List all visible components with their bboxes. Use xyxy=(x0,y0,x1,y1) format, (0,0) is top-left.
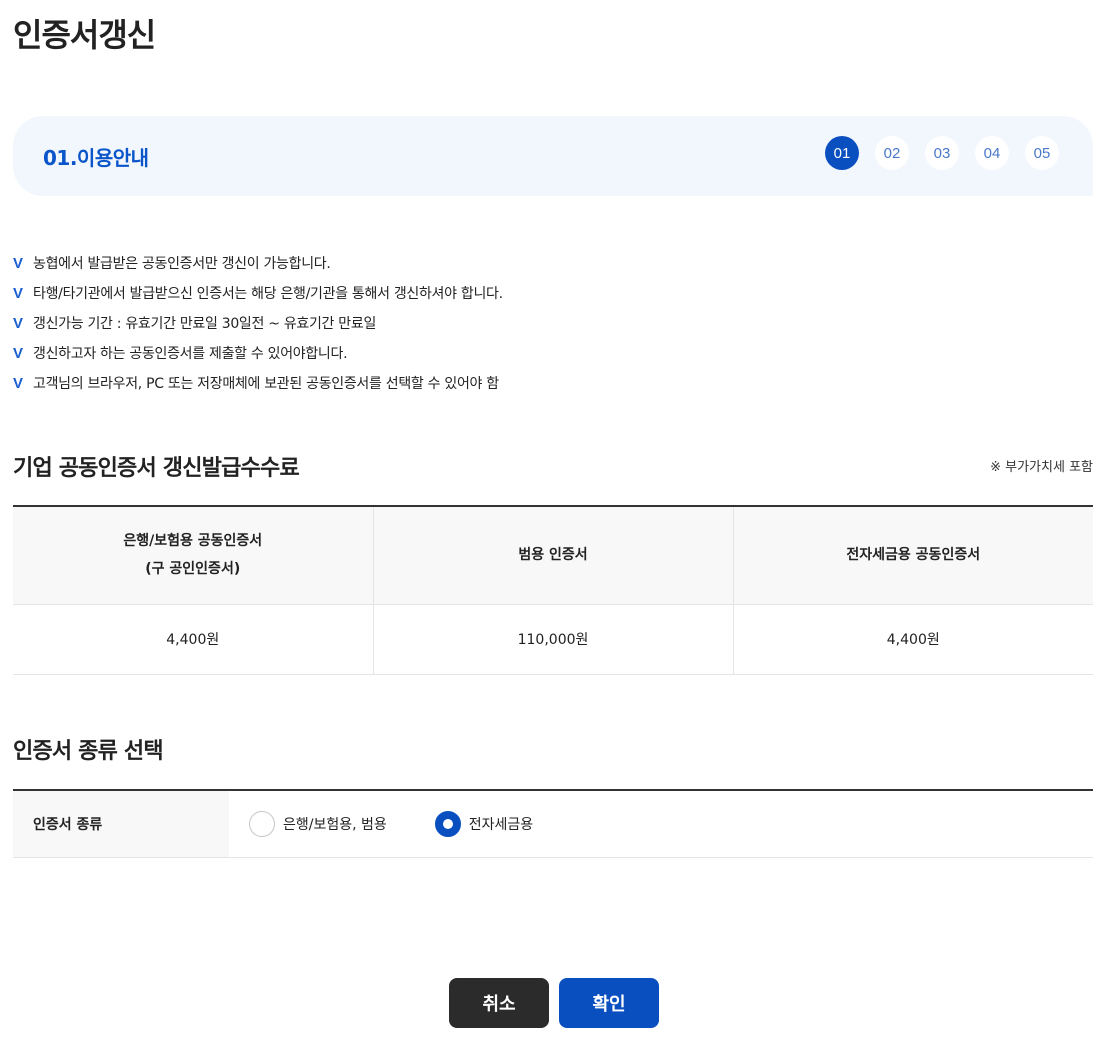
notice-item: V 농협에서 발급받은 공동인증서만 갱신이 가능합니다. xyxy=(13,248,503,278)
type-section-title: 인증서 종류 선택 xyxy=(13,739,164,764)
step-list: 01 02 03 04 05 xyxy=(825,136,1059,170)
header-general-purpose: 범용 인증서 xyxy=(373,506,734,605)
table-header-row: 은행/보험용 공동인증서 (구 공인인증서) 범용 인증서 전자세금용 공동인증… xyxy=(13,506,1093,605)
header-line: (구 공인인증서) xyxy=(145,561,241,578)
fee-table: 은행/보험용 공동인증서 (구 공인인증서) 범용 인증서 전자세금용 공동인증… xyxy=(13,505,1093,675)
radio-button-checked[interactable] xyxy=(434,811,461,837)
header-line: 전자세금용 공동인증서 xyxy=(846,547,981,564)
notice-list: V 농협에서 발급받은 공동인증서만 갱신이 가능합니다. V 타행/타기관에서… xyxy=(13,248,503,398)
check-icon: V xyxy=(13,344,23,362)
step-01: 01 xyxy=(825,136,859,170)
notice-text: 농협에서 발급받은 공동인증서만 갱신이 가능합니다. xyxy=(33,256,331,272)
cert-type-label: 인증서 종류 xyxy=(13,791,229,857)
header-e-tax: 전자세금용 공동인증서 xyxy=(733,506,1093,605)
radio-label: 은행/보험용, 범용 xyxy=(283,817,387,833)
table-row: 4,400원 110,000원 4,400원 xyxy=(13,604,1093,675)
step-indicator-bar: 01.이용안내 01 02 03 04 05 xyxy=(13,116,1093,196)
notice-text: 갱신하고자 하는 공동인증서를 제출할 수 있어야합니다. xyxy=(33,346,348,362)
header-line: 범용 인증서 xyxy=(518,547,588,564)
cert-type-options: 은행/보험용, 범용 전자세금용 xyxy=(229,791,533,857)
radio-button[interactable] xyxy=(249,811,275,837)
cert-type-row: 인증서 종류 은행/보험용, 범용 전자세금용 xyxy=(13,789,1093,858)
notice-item: V 고객님의 브라우저, PC 또는 저장매체에 보관된 공동인증서를 선택할 … xyxy=(13,368,503,398)
check-icon: V xyxy=(13,314,23,332)
confirm-button[interactable]: 확인 xyxy=(559,978,659,1028)
step-02: 02 xyxy=(875,136,909,170)
notice-text: 갱신가능 기간 : 유효기간 만료일 30일전 ~ 유효기간 만료일 xyxy=(33,316,377,332)
fee-section-title: 기업 공동인증서 갱신발급수수료 xyxy=(13,456,300,481)
radio-label: 전자세금용 xyxy=(468,817,534,833)
notice-text: 타행/타기관에서 발급받으신 인증서는 해당 은행/기관을 통해서 갱신하셔야 … xyxy=(33,286,503,302)
fee-cell: 110,000원 xyxy=(373,604,734,675)
step-05: 05 xyxy=(1025,136,1059,170)
fee-cell: 4,400원 xyxy=(733,604,1093,675)
check-icon: V xyxy=(13,284,23,302)
header-bank-insurance: 은행/보험용 공동인증서 (구 공인인증서) xyxy=(13,506,374,605)
check-icon: V xyxy=(13,374,23,392)
current-step-title: 01.이용안내 xyxy=(43,146,149,170)
page-title: 인증서갱신 xyxy=(13,16,156,54)
vat-note: ※ 부가가치세 포함 xyxy=(990,460,1093,475)
notice-text: 고객님의 브라우저, PC 또는 저장매체에 보관된 공동인증서를 선택할 수 … xyxy=(33,376,499,392)
notice-item: V 갱신가능 기간 : 유효기간 만료일 30일전 ~ 유효기간 만료일 xyxy=(13,308,503,338)
notice-item: V 갱신하고자 하는 공동인증서를 제출할 수 있어야합니다. xyxy=(13,338,503,368)
cancel-button[interactable]: 취소 xyxy=(449,978,549,1028)
radio-option-bank-general[interactable]: 은행/보험용, 범용 xyxy=(249,811,387,837)
check-icon: V xyxy=(13,254,23,272)
notice-item: V 타행/타기관에서 발급받으신 인증서는 해당 은행/기관을 통해서 갱신하셔… xyxy=(13,278,503,308)
fee-cell: 4,400원 xyxy=(13,604,374,675)
radio-option-e-tax[interactable]: 전자세금용 xyxy=(434,811,534,837)
step-04: 04 xyxy=(975,136,1009,170)
header-line: 은행/보험용 공동인증서 xyxy=(123,533,263,550)
step-03: 03 xyxy=(925,136,959,170)
